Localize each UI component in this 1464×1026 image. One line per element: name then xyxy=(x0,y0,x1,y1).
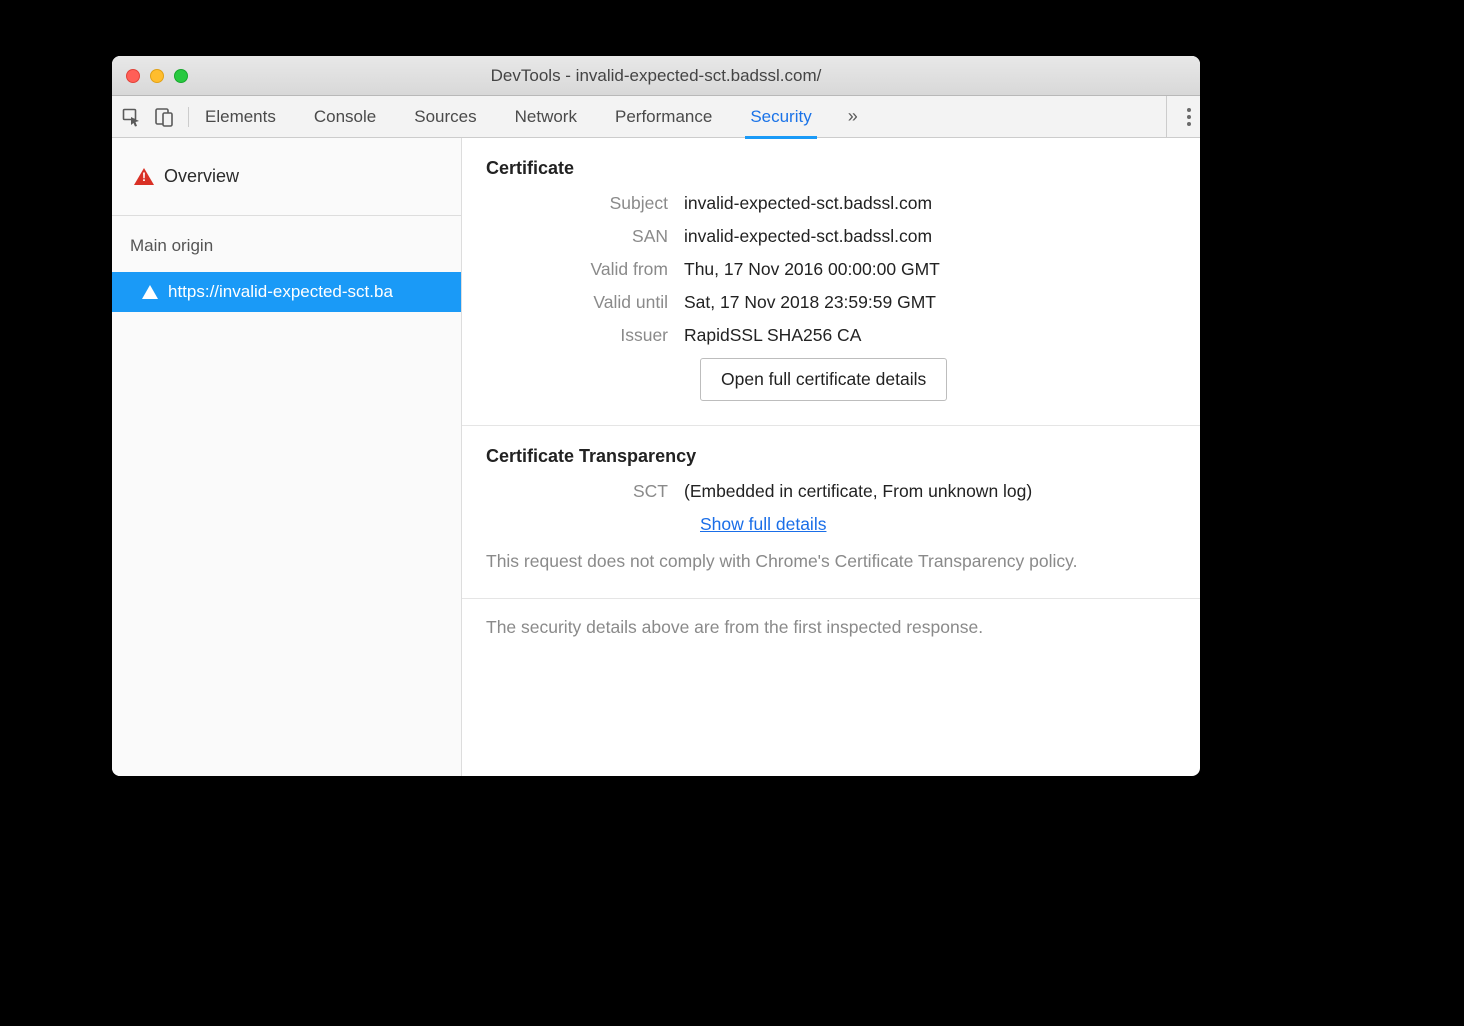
more-tabs-icon[interactable]: » xyxy=(848,106,858,127)
traffic-lights xyxy=(112,69,188,83)
device-toolbar-icon[interactable] xyxy=(154,107,174,127)
cert-button-row: Open full certificate details xyxy=(486,358,1176,401)
tab-console[interactable]: Console xyxy=(312,96,378,138)
cert-valid-until-label: Valid until xyxy=(486,292,684,313)
titlebar: DevTools - invalid-expected-sct.badssl.c… xyxy=(112,56,1200,96)
window-title: DevTools - invalid-expected-sct.badssl.c… xyxy=(112,66,1200,86)
tab-security[interactable]: Security xyxy=(748,96,813,138)
sidebar-main-origin-header: Main origin xyxy=(112,216,461,272)
settings-menu-icon[interactable] xyxy=(1166,96,1190,138)
footer-note: The security details above are from the … xyxy=(462,599,1200,656)
cert-issuer-value: RapidSSL SHA256 CA xyxy=(684,325,1176,346)
origin-row[interactable]: https://invalid-expected-sct.ba xyxy=(112,272,461,312)
ct-heading: Certificate Transparency xyxy=(486,446,1176,467)
warning-icon xyxy=(134,168,154,185)
certificate-heading: Certificate xyxy=(486,158,1176,179)
toolbar: Elements Console Sources Network Perform… xyxy=(112,96,1200,138)
cert-san-row: SAN invalid-expected-sct.badssl.com xyxy=(486,226,1176,247)
tab-performance[interactable]: Performance xyxy=(613,96,714,138)
cert-issuer-row: Issuer RapidSSL SHA256 CA xyxy=(486,325,1176,346)
panel-body: Overview Main origin https://invalid-exp… xyxy=(112,138,1200,776)
ct-policy-note: This request does not comply with Chrome… xyxy=(486,549,1176,574)
cert-valid-from-row: Valid from Thu, 17 Nov 2016 00:00:00 GMT xyxy=(486,259,1176,280)
ct-section: Certificate Transparency SCT (Embedded i… xyxy=(462,426,1200,599)
tab-elements[interactable]: Elements xyxy=(203,96,278,138)
certificate-section: Certificate Subject invalid-expected-sct… xyxy=(462,138,1200,426)
tabs: Elements Console Sources Network Perform… xyxy=(203,96,1152,138)
sidebar: Overview Main origin https://invalid-exp… xyxy=(112,138,462,776)
devtools-window: DevTools - invalid-expected-sct.badssl.c… xyxy=(112,56,1200,776)
ct-sct-label: SCT xyxy=(486,481,684,502)
inspect-element-icon[interactable] xyxy=(122,107,142,127)
cert-san-label: SAN xyxy=(486,226,684,247)
zoom-window-button[interactable] xyxy=(174,69,188,83)
cert-valid-until-value: Sat, 17 Nov 2018 23:59:59 GMT xyxy=(684,292,1176,313)
origin-url: https://invalid-expected-sct.ba xyxy=(168,282,393,302)
cert-valid-from-label: Valid from xyxy=(486,259,684,280)
tab-network[interactable]: Network xyxy=(513,96,579,138)
ct-sct-value: (Embedded in certificate, From unknown l… xyxy=(684,481,1176,502)
open-certificate-details-button[interactable]: Open full certificate details xyxy=(700,358,947,401)
close-window-button[interactable] xyxy=(126,69,140,83)
cert-san-value: invalid-expected-sct.badssl.com xyxy=(684,226,1176,247)
minimize-window-button[interactable] xyxy=(150,69,164,83)
show-full-details-link[interactable]: Show full details xyxy=(700,514,826,534)
cert-subject-label: Subject xyxy=(486,193,684,214)
cert-valid-from-value: Thu, 17 Nov 2016 00:00:00 GMT xyxy=(684,259,1176,280)
ct-sct-row: SCT (Embedded in certificate, From unkno… xyxy=(486,481,1176,502)
overview-label: Overview xyxy=(164,166,239,187)
ct-link-row: Show full details xyxy=(486,514,1176,535)
cert-issuer-label: Issuer xyxy=(486,325,684,346)
cert-subject-row: Subject invalid-expected-sct.badssl.com xyxy=(486,193,1176,214)
cert-subject-value: invalid-expected-sct.badssl.com xyxy=(684,193,1176,214)
cert-valid-until-row: Valid until Sat, 17 Nov 2018 23:59:59 GM… xyxy=(486,292,1176,313)
tab-sources[interactable]: Sources xyxy=(412,96,478,138)
origin-warning-icon xyxy=(142,285,158,299)
toolbar-icons xyxy=(122,107,189,127)
content-pane: Certificate Subject invalid-expected-sct… xyxy=(462,138,1200,776)
sidebar-overview[interactable]: Overview xyxy=(112,138,461,216)
